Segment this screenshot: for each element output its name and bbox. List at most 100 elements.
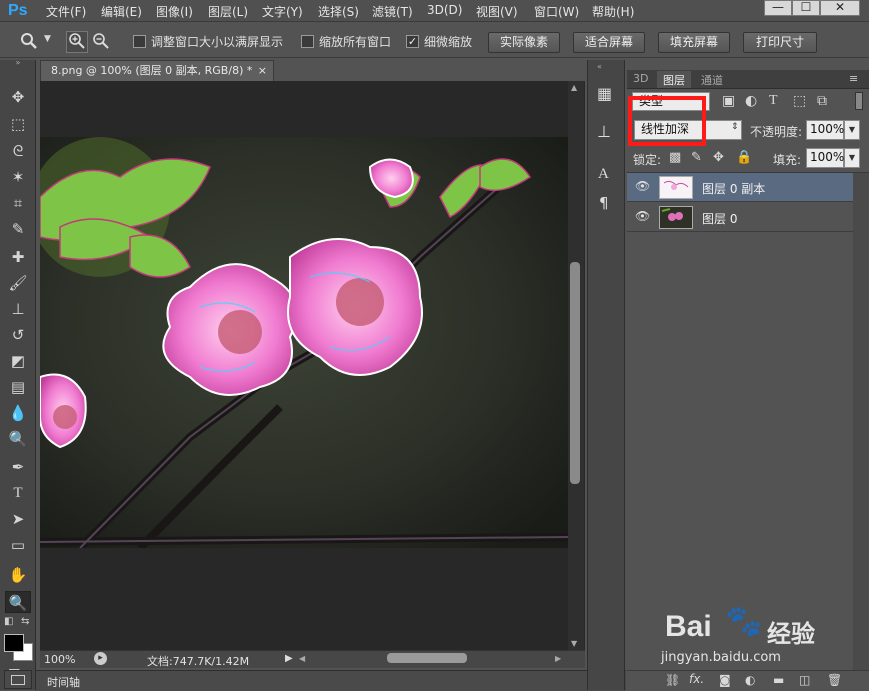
menu-window[interactable]: 窗口(W) [534, 3, 579, 20]
marquee-tool-icon[interactable]: ⬚ [5, 113, 31, 135]
zoom-in-icon[interactable] [66, 31, 88, 53]
status-menu-icon[interactable]: ▸ [94, 652, 107, 665]
print-size-button[interactable]: 打印尺寸 [743, 32, 817, 53]
menu-3d[interactable]: 3D(D) [427, 3, 462, 17]
fit-window-checkbox[interactable] [133, 35, 146, 48]
zoom-all-checkbox[interactable] [301, 35, 314, 48]
fx-icon[interactable]: fx. [689, 672, 704, 686]
maximize-button[interactable]: ☐ [792, 0, 820, 16]
swap-colors-icon[interactable]: ⇆ [21, 616, 29, 627]
smart-object-filter-icon[interactable]: ⧉ [817, 93, 827, 109]
zoom-tool-icon[interactable] [20, 32, 38, 54]
layer-name[interactable]: 图层 0 副本 [702, 180, 765, 197]
scrubby-zoom-checkbox[interactable]: ✓ [406, 35, 419, 48]
lock-image-icon[interactable]: ✎ [691, 150, 702, 165]
close-window-button[interactable]: ✕ [820, 0, 860, 16]
new-layer-icon[interactable]: ◫ [799, 673, 810, 687]
clone-stamp-tool-icon[interactable]: ⊥ [5, 298, 31, 320]
hand-tool-icon[interactable]: ✋ [5, 564, 31, 586]
move-tool-icon[interactable]: ✥ [5, 86, 31, 108]
pen-tool-icon[interactable]: ✒ [5, 456, 31, 478]
history-brush-tool-icon[interactable]: ↺ [5, 324, 31, 346]
character-panel-icon[interactable]: A [598, 166, 609, 183]
filter-toggle-icon[interactable] [855, 92, 863, 110]
gradient-tool-icon[interactable]: ▤ [5, 376, 31, 398]
delete-layer-icon[interactable]: 🗑 [827, 673, 842, 687]
menu-help[interactable]: 帮助(H) [592, 3, 634, 20]
lock-all-icon[interactable]: 🔒 [736, 150, 752, 165]
menu-select[interactable]: 选择(S) [318, 3, 359, 20]
crop-tool-icon[interactable]: ⌗ [5, 192, 31, 214]
menu-view[interactable]: 视图(V) [476, 3, 518, 20]
link-layers-icon[interactable]: ⛓ [665, 673, 680, 687]
type-filter-icon[interactable]: T [769, 93, 778, 109]
foreground-color-swatch[interactable] [4, 634, 24, 652]
vertical-scroll-thumb[interactable] [570, 262, 580, 484]
healing-brush-tool-icon[interactable]: ✚ [5, 246, 31, 268]
scroll-left-icon[interactable]: ◀ [299, 654, 305, 663]
zoom-level[interactable]: 100% [44, 653, 75, 666]
timeline-bar[interactable]: 时间轴 [36, 670, 626, 691]
new-group-icon[interactable]: ▬ [773, 673, 784, 687]
fit-screen-button[interactable]: 适合屏幕 [573, 32, 645, 53]
chevron-down-icon[interactable]: ▼ [44, 34, 51, 44]
tab-channels[interactable]: 通道 [701, 72, 723, 88]
scroll-up-icon[interactable]: ▲ [571, 83, 577, 92]
zoom-tool-active-icon[interactable]: 🔍 [5, 591, 31, 613]
menu-type[interactable]: 文字(Y) [262, 3, 303, 20]
paragraph-panel-icon[interactable]: ¶ [599, 194, 609, 212]
visibility-eye-icon[interactable]: 👁 [635, 179, 650, 193]
menu-filter[interactable]: 滤镜(T) [372, 3, 413, 20]
lock-transparent-icon[interactable]: ▩ [669, 150, 681, 165]
close-tab-icon[interactable]: × [258, 61, 267, 80]
actual-pixels-button[interactable]: 实际像素 [488, 32, 560, 53]
collapse-icon[interactable]: » [5, 58, 31, 68]
blur-tool-icon[interactable]: 💧 [5, 402, 31, 424]
timeline-tab[interactable]: 时间轴 [47, 674, 80, 690]
shape-filter-icon[interactable]: ⬚ [793, 93, 806, 109]
layers-scrollbar[interactable] [853, 173, 869, 670]
fill-dropdown-icon[interactable]: ▼ [844, 148, 860, 168]
opacity-input[interactable]: 100% [806, 120, 844, 140]
default-colors-icon[interactable]: ◧ [4, 616, 13, 627]
canvas-image[interactable] [40, 137, 568, 548]
clone-source-panel-icon[interactable]: ⊥ [597, 122, 611, 141]
menu-image[interactable]: 图像(I) [156, 3, 193, 20]
layer-name[interactable]: 图层 0 [702, 210, 737, 227]
brush-tool-icon[interactable]: 🖌 [5, 272, 31, 294]
zoom-out-icon[interactable] [92, 32, 110, 54]
scroll-down-icon[interactable]: ▼ [571, 639, 577, 648]
pixel-filter-icon[interactable]: ▣ [722, 93, 735, 109]
panel-menu-icon[interactable]: ≡ [849, 72, 858, 85]
rectangle-tool-icon[interactable]: ▭ [5, 534, 31, 556]
adjustment-layer-icon[interactable]: ◐ [745, 673, 755, 687]
menu-layer[interactable]: 图层(L) [208, 3, 248, 20]
fill-input[interactable]: 100% [806, 148, 844, 168]
tab-layers[interactable]: 图层 [657, 71, 691, 88]
visibility-eye-icon[interactable]: 👁 [635, 209, 650, 223]
eyedropper-tool-icon[interactable]: ✎ [5, 218, 31, 240]
navigator-panel-icon[interactable]: ▦ [597, 84, 612, 103]
lasso-tool-icon[interactable]: ᘓ [5, 140, 31, 162]
layer-row[interactable]: 👁 图层 0 副本 [627, 173, 853, 202]
add-mask-icon[interactable]: ◙ [719, 673, 731, 687]
opacity-dropdown-icon[interactable]: ▼ [844, 120, 860, 140]
screen-mode-icon[interactable] [4, 670, 32, 689]
lock-position-icon[interactable]: ✥ [713, 150, 724, 165]
type-tool-icon[interactable]: T [5, 482, 31, 504]
dodge-tool-icon[interactable]: 🔍 [5, 428, 31, 450]
minimize-button[interactable]: — [764, 0, 792, 16]
layer-row[interactable]: 👁 图层 0 [627, 203, 853, 232]
menu-file[interactable]: 文件(F) [46, 3, 86, 20]
menu-edit[interactable]: 编辑(E) [101, 3, 142, 20]
tab-3d[interactable]: 3D [633, 72, 648, 85]
magic-wand-tool-icon[interactable]: ✶ [5, 166, 31, 188]
expand-panels-icon[interactable]: « [597, 62, 602, 71]
scroll-right-icon[interactable]: ▶ [555, 654, 561, 663]
status-arrow-icon[interactable]: ▶ [285, 653, 293, 664]
eraser-tool-icon[interactable]: ◩ [5, 350, 31, 372]
fill-screen-button[interactable]: 填充屏幕 [658, 32, 730, 53]
document-tab[interactable]: 8.png @ 100% (图层 0 副本, RGB/8) * × [40, 60, 274, 81]
adjustment-filter-icon[interactable]: ◐ [745, 93, 757, 109]
path-selection-tool-icon[interactable]: ➤ [5, 508, 31, 530]
